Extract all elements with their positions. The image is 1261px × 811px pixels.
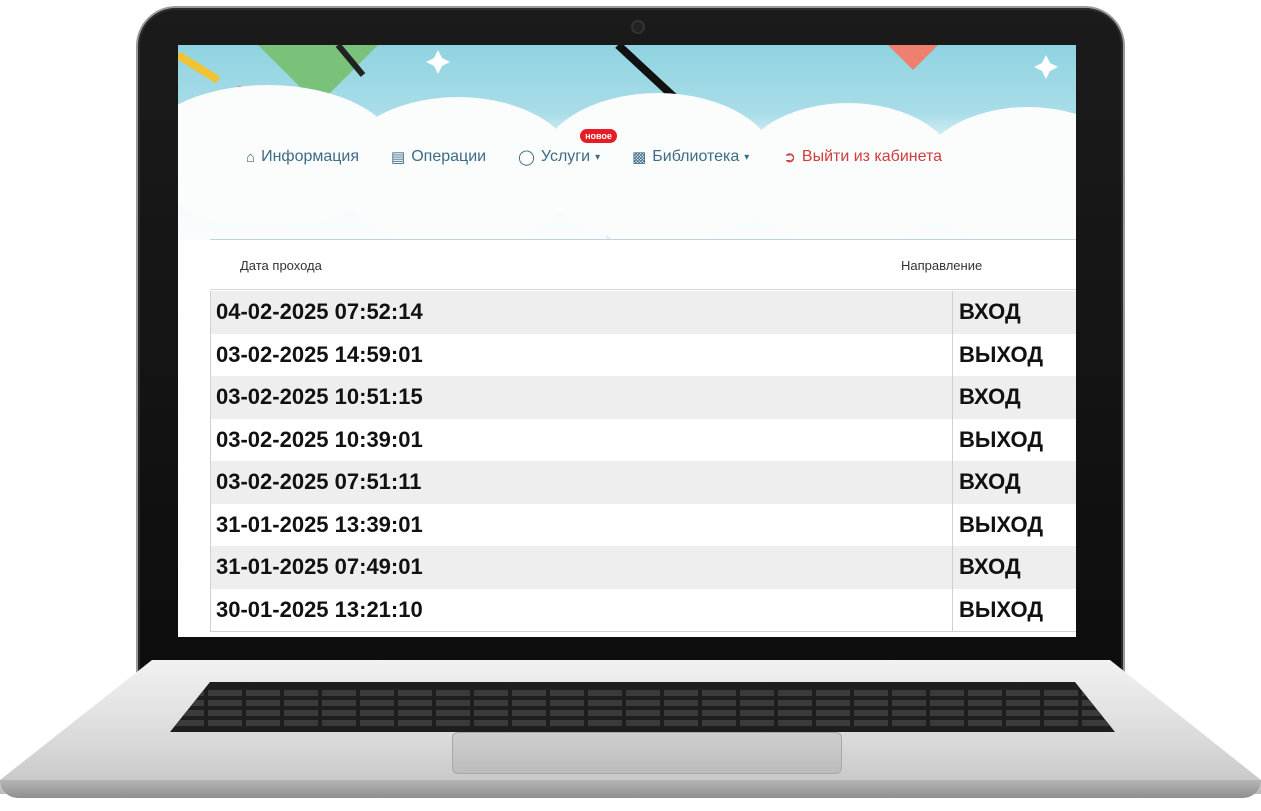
nav-services-label: Услуги bbox=[540, 148, 591, 165]
cell-date: 30-01-2025 13:21:10 bbox=[216, 596, 423, 622]
laptop-base-lip bbox=[0, 780, 1261, 798]
cell-date: 03-02-2025 14:59:01 bbox=[216, 341, 423, 367]
webcam bbox=[631, 20, 645, 34]
laptop-keyboard bbox=[170, 682, 1115, 732]
nav-info-label: Информация bbox=[261, 148, 360, 165]
cell-direction: ВХОД bbox=[952, 461, 1076, 504]
divider bbox=[210, 239, 1076, 240]
table-row: 03-02-2025 10:51:15 ВХОД bbox=[211, 376, 1076, 419]
cell-direction: ВЫХОД bbox=[952, 333, 1076, 376]
nav-logout-label: Выйти из кабинета bbox=[801, 148, 943, 165]
home-icon: ⌂ bbox=[246, 148, 256, 166]
cell-date: 31-01-2025 13:39:01 bbox=[216, 511, 423, 537]
cell-date: 03-02-2025 10:39:01 bbox=[216, 426, 423, 452]
table-row: 31-01-2025 07:49:01 ВХОД bbox=[211, 546, 1076, 589]
chevron-down-icon: ▾ bbox=[744, 151, 750, 163]
new-badge: новое bbox=[580, 129, 617, 143]
chevron-down-icon: ▾ bbox=[595, 151, 601, 163]
cell-direction: ВХОД bbox=[952, 291, 1076, 334]
cell-date: 31-01-2025 07:49:01 bbox=[216, 554, 423, 580]
table-header: Дата прохода Направление bbox=[210, 241, 1076, 290]
cell-direction: ВЫХОД bbox=[952, 418, 1076, 461]
nav-library[interactable]: ▩ Библиотека ▾ bbox=[632, 148, 749, 166]
cell-direction: ВХОД bbox=[952, 376, 1076, 419]
nav-operations-label: Операции bbox=[411, 148, 487, 165]
cell-date: 03-02-2025 07:51:11 bbox=[216, 469, 422, 495]
nav-info[interactable]: ⌂ Информация bbox=[246, 148, 359, 166]
book-icon: ▩ bbox=[632, 149, 647, 166]
main-nav: ⌂ Информация ▤ Операции ◯ Услуги ▾ новое… bbox=[246, 129, 942, 172]
cell-date: 04-02-2025 07:52:14 bbox=[216, 299, 423, 325]
chat-icon: ◯ bbox=[518, 149, 535, 166]
nav-operations[interactable]: ▤ Операции bbox=[391, 148, 486, 166]
table-row: 30-01-2025 13:21:10 ВЫХОД bbox=[211, 588, 1076, 631]
table-row: 03-02-2025 14:59:01 ВЫХОД bbox=[211, 333, 1076, 376]
cell-direction: ВЫХОД bbox=[952, 588, 1076, 631]
money-icon: ▤ bbox=[391, 149, 406, 166]
header-banner: ⌂ Информация ▤ Операции ◯ Услуги ▾ новое… bbox=[178, 45, 1076, 240]
table-row: 03-02-2025 07:51:11 ВХОД bbox=[211, 461, 1076, 504]
laptop-trackpad bbox=[452, 732, 842, 774]
table-row: 31-01-2025 13:39:01 ВЫХОД bbox=[211, 503, 1076, 546]
nav-library-label: Библиотека bbox=[652, 148, 740, 165]
passage-table: 04-02-2025 07:52:14 ВХОД 03-02-2025 14:59:… bbox=[210, 291, 1076, 632]
column-header-direction: Направление bbox=[901, 258, 983, 273]
nav-logout[interactable]: ➲ Выйти из кабинета bbox=[783, 148, 942, 166]
table-row: 03-02-2025 10:39:01 ВЫХОД bbox=[211, 418, 1076, 461]
sign-out-icon: ➲ bbox=[783, 149, 796, 166]
cell-direction: ВЫХОД bbox=[952, 503, 1076, 546]
cell-date: 03-02-2025 10:51:15 bbox=[216, 384, 423, 410]
table-row: 04-02-2025 07:52:14 ВХОД bbox=[211, 291, 1076, 334]
cell-direction: ВХОД bbox=[952, 546, 1076, 589]
screen: ⌂ Информация ▤ Операции ◯ Услуги ▾ новое… bbox=[178, 45, 1076, 637]
column-header-date: Дата прохода bbox=[240, 258, 322, 273]
nav-services[interactable]: ◯ Услуги ▾ новое bbox=[518, 129, 617, 166]
